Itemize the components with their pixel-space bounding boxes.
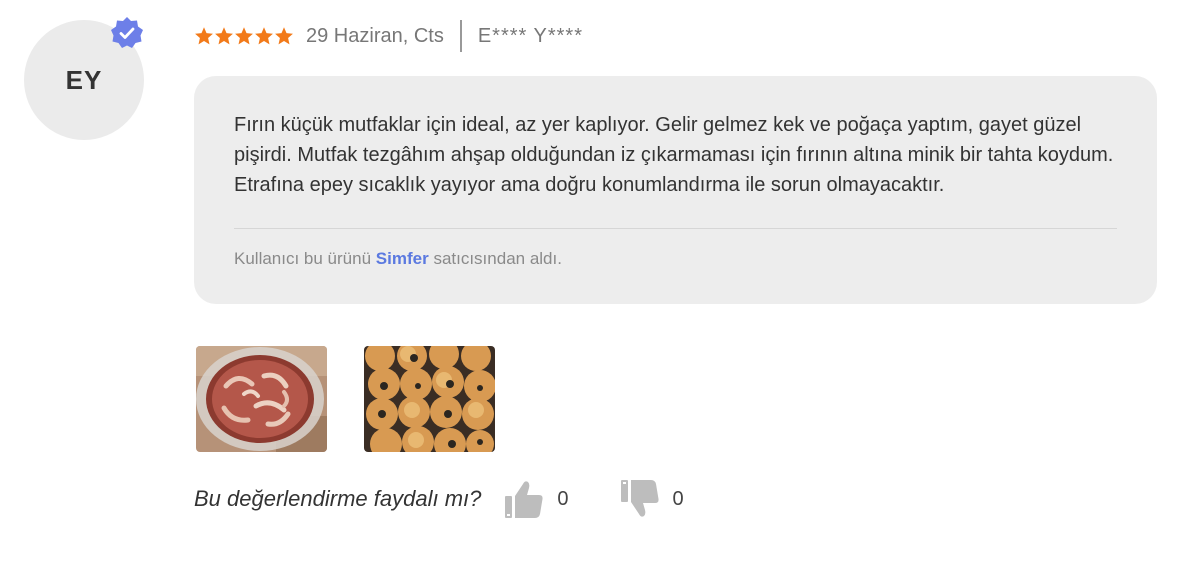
seller-info: Kullanıcı bu ürünü Simfer satıcısından a… [234,249,1117,269]
star-icon [275,27,293,45]
like-count: 0 [557,487,569,510]
like-button[interactable]: 0 [503,478,569,520]
helpful-question: Bu değerlendirme faydalı mı? [194,486,482,511]
meta-divider [459,20,462,52]
dislike-count: 0 [672,487,684,510]
review-meta: 29 Haziran, Cts E**** Y**** [194,20,583,52]
star-icon [235,27,253,45]
review-date: 29 Haziran, Cts [306,24,444,47]
thumbs-down-icon [620,480,659,517]
review-text: Fırın küçük mutfaklar için ideal, az yer… [234,114,1114,196]
thumbs-up-icon [505,481,543,518]
review-author: E**** Y**** [477,24,583,47]
review-photo-buns[interactable] [364,346,495,452]
seller-prefix: Kullanıcı bu ürünü [234,249,372,268]
star-icon [255,27,273,45]
star-icon [215,27,233,45]
review-photo-cake[interactable] [196,346,327,452]
review-divider [234,228,1117,229]
avatar-initials: EY [65,64,103,95]
seller-link[interactable]: Simfer [376,249,429,268]
star-icon [195,27,213,45]
seller-suffix: satıcısından aldı. [433,249,562,268]
star-rating [194,26,294,46]
dislike-button[interactable]: 0 [619,478,684,520]
review-bubble: Fırın küçük mutfaklar için ideal, az yer… [194,76,1157,304]
verified-badge-icon [110,16,144,50]
helpfulness-bar: Bu değerlendirme faydalı mı? 0 0 [194,476,734,522]
